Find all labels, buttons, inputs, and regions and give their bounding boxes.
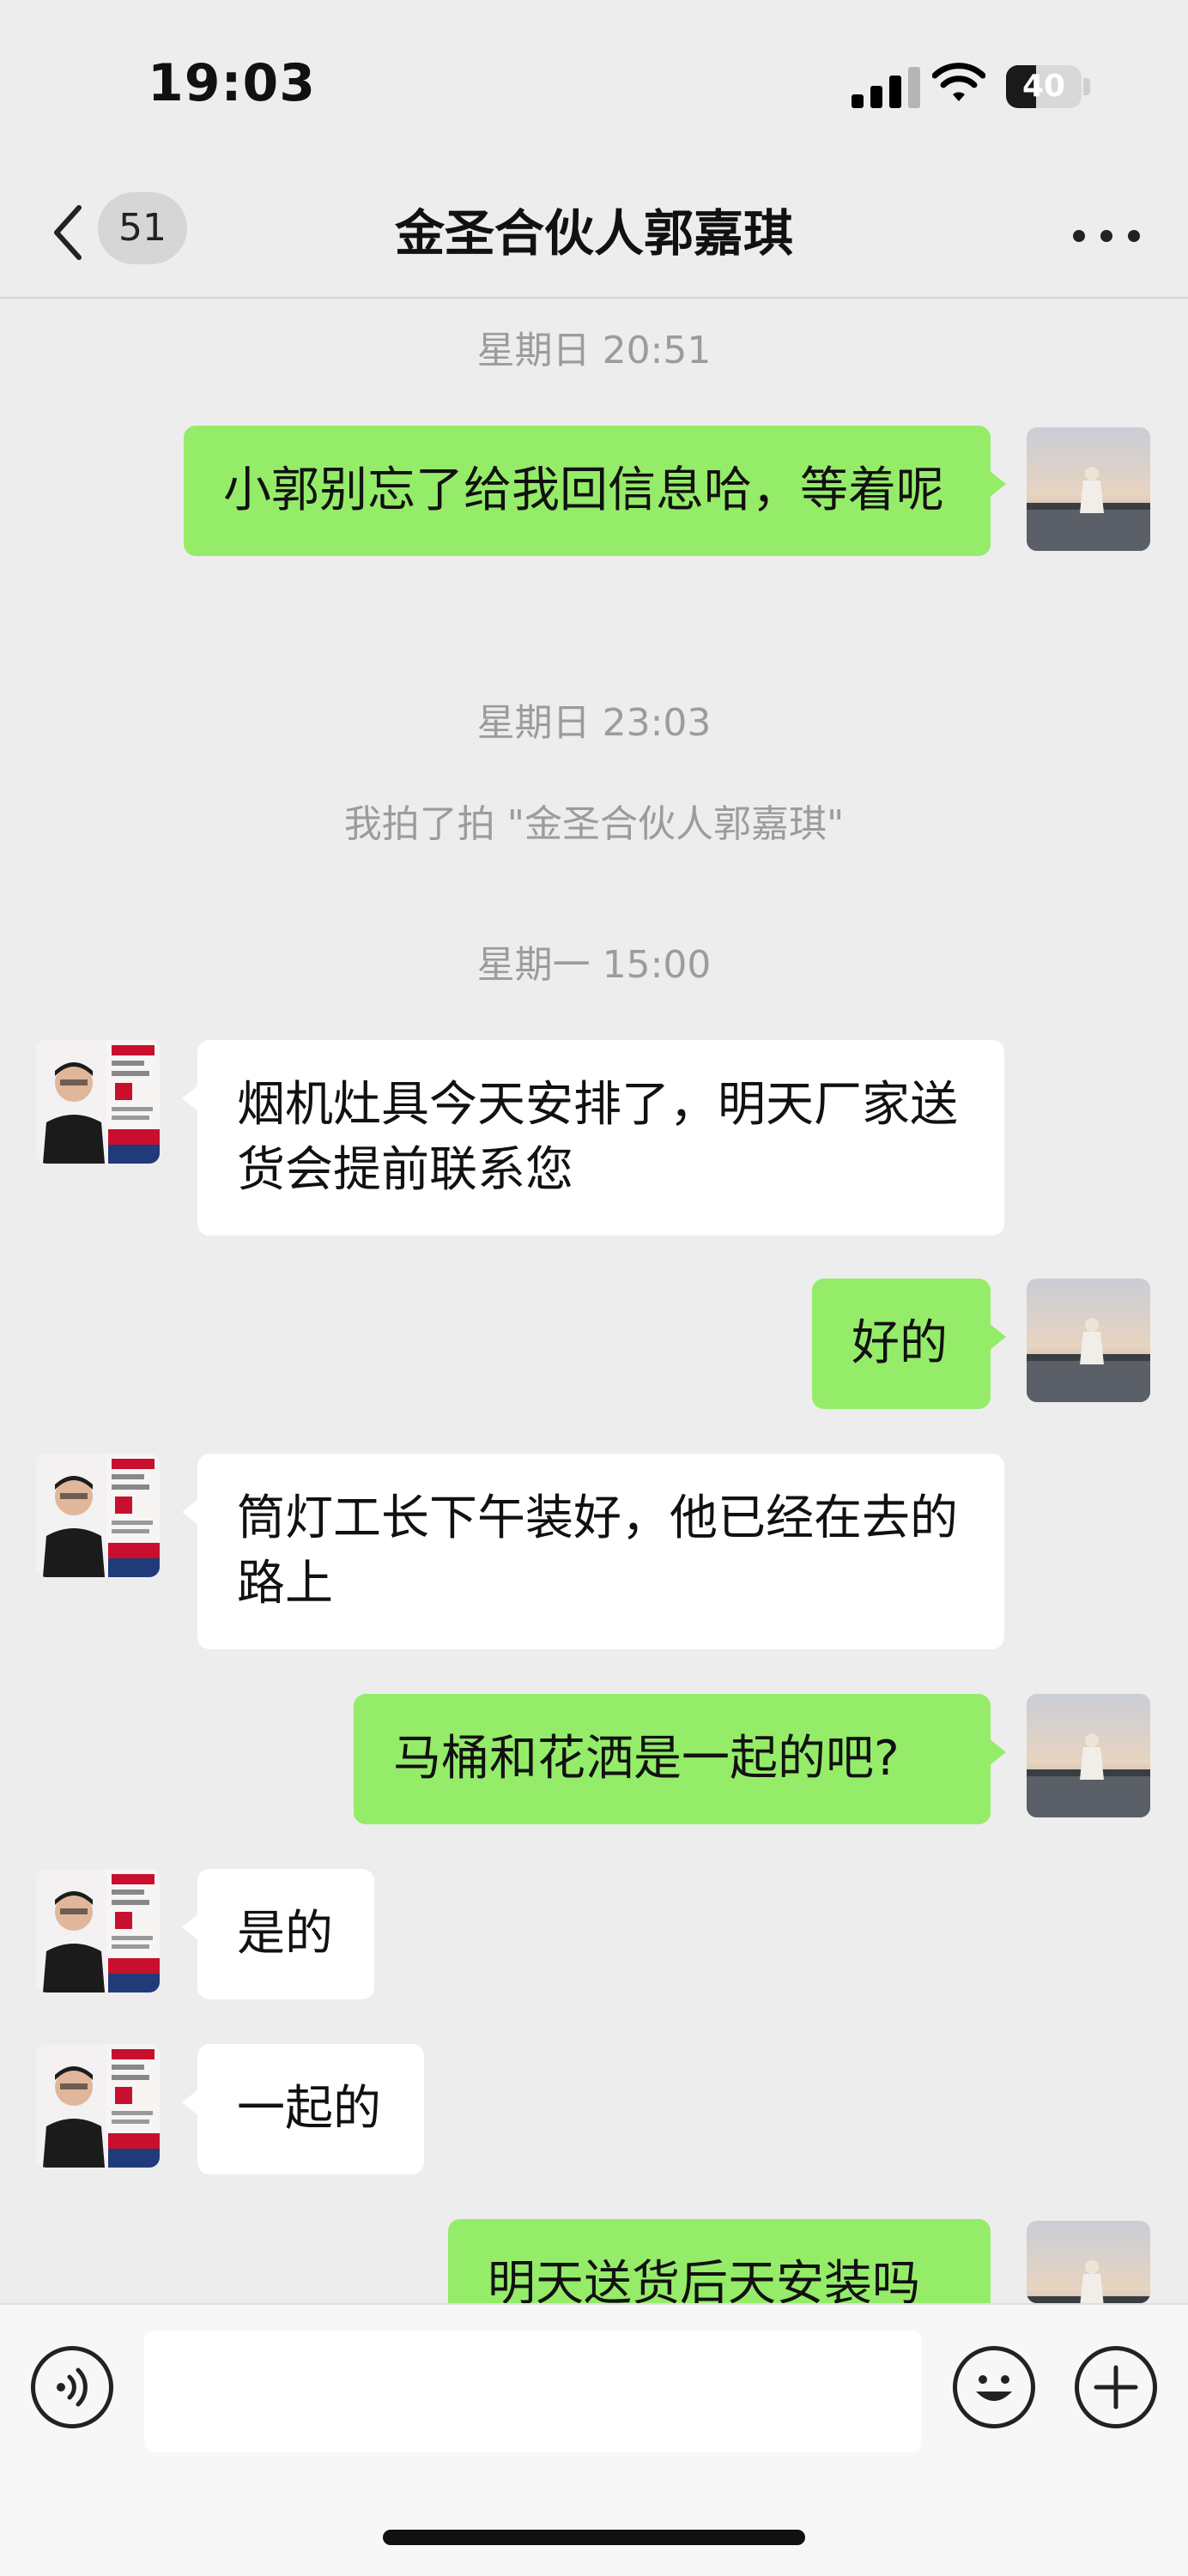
message-bubble-sent[interactable]: 好的: [812, 1279, 1006, 1409]
message-input[interactable]: [144, 2331, 922, 2452]
message-bubble-received[interactable]: 一起的: [182, 2044, 424, 2174]
home-indicator[interactable]: [383, 2530, 805, 2545]
wifi-icon: [932, 63, 985, 101]
contact-avatar[interactable]: [36, 1040, 160, 1164]
my-avatar[interactable]: [1027, 1694, 1150, 1817]
emoji-icon[interactable]: [953, 2346, 1035, 2428]
unread-count-badge[interactable]: 51: [98, 192, 187, 264]
message-bubble-sent[interactable]: 马桶和花洒是一起的吧?: [354, 1694, 1006, 1824]
timestamp: 星期一 15:00: [476, 943, 712, 987]
message-bubble-received[interactable]: 筒灯工长下午装好，他已经在去的路上: [182, 1454, 1004, 1649]
more-icon[interactable]: [1073, 223, 1142, 249]
signal-icon: [852, 65, 929, 108]
status-time: 19:03: [148, 53, 316, 113]
timestamp: 星期日 20:51: [476, 329, 712, 372]
contact-avatar[interactable]: [36, 2044, 160, 2168]
my-avatar[interactable]: [1027, 427, 1150, 551]
voice-icon[interactable]: [31, 2346, 113, 2428]
battery-cap: [1083, 78, 1090, 95]
message-bubble-received[interactable]: 烟机灶具今天安排了，明天厂家送货会提前联系您: [182, 1040, 1004, 1236]
battery-level: 40: [1021, 69, 1066, 104]
status-bar: 19:03 40: [0, 0, 1188, 172]
contact-avatar[interactable]: [36, 1454, 160, 1577]
battery-icon: 40: [1006, 65, 1082, 108]
system-notice: 我拍了拍 "金圣合伙人郭嘉琪": [343, 802, 845, 846]
message-bubble-received[interactable]: 是的: [182, 1869, 374, 1999]
contact-avatar[interactable]: [36, 1869, 160, 1992]
my-avatar[interactable]: [1027, 1279, 1150, 1402]
timestamp: 星期日 23:03: [476, 701, 712, 745]
message-bubble-sent[interactable]: 小郭别忘了给我回信息哈，等着呢: [184, 426, 1006, 556]
plus-icon[interactable]: [1075, 2346, 1157, 2428]
my-avatar[interactable]: [1027, 2221, 1150, 2303]
